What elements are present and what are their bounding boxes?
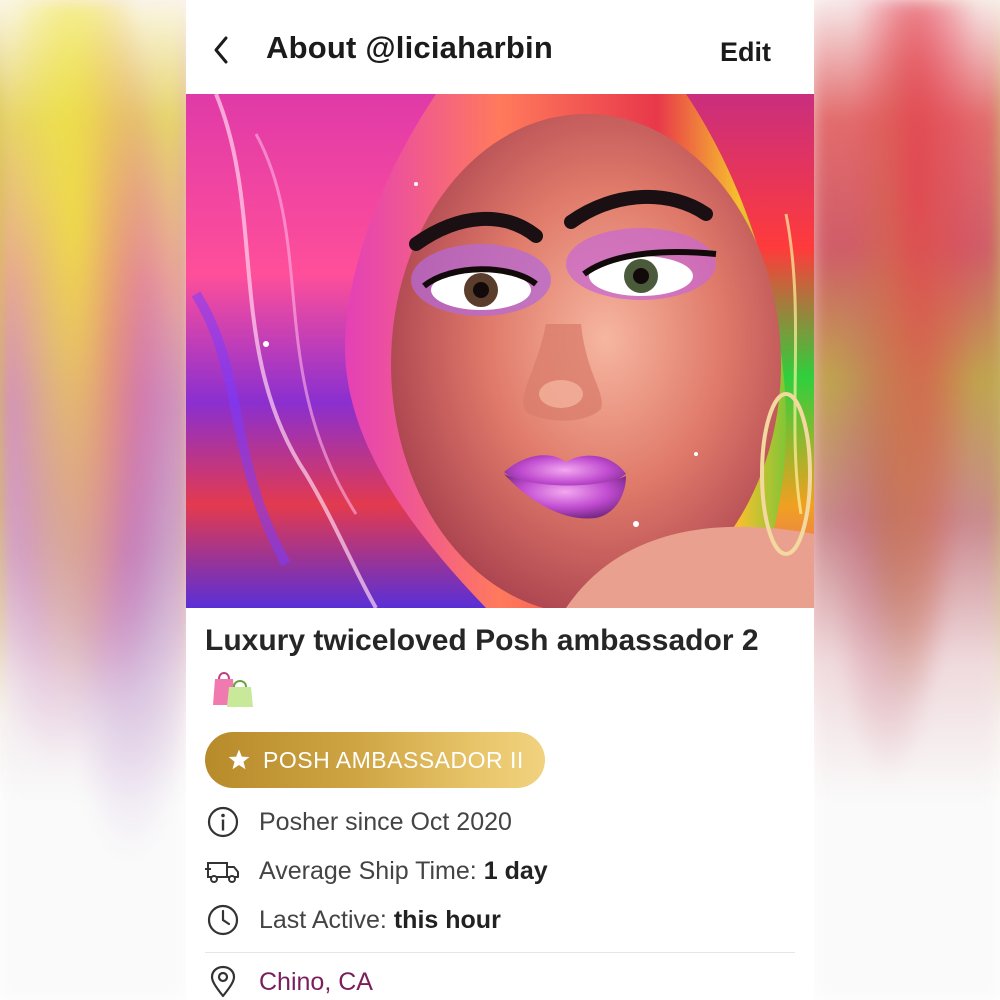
profile-cover-image [186, 94, 814, 608]
about-screen: About @liciaharbin Edit Luxury twicelove… [186, 0, 814, 1000]
truck-icon [205, 862, 239, 883]
info-circle-icon [207, 806, 239, 838]
page-title: About @liciaharbin [266, 30, 554, 65]
badge-label: POSH AMBASSADOR II [263, 746, 524, 773]
edit-button[interactable]: Edit [720, 37, 771, 68]
ship-time-label: Average Ship Time: [259, 856, 477, 885]
chevron-left-icon[interactable] [208, 30, 236, 70]
shopping-bags-icon [213, 672, 253, 708]
ambassador-badge: POSH AMBASSADOR II [205, 732, 545, 788]
divider [205, 952, 795, 953]
last-active-value: this hour [393, 905, 501, 934]
top-bar: About @liciaharbin Edit [186, 0, 814, 94]
location-link[interactable]: Chino, CA [259, 968, 373, 997]
bio-text: Luxury twiceloved Posh ambassador 2 [205, 624, 759, 657]
last-active-row: Last Active: this hour [205, 900, 795, 940]
blurred-background-left [0, 0, 186, 1000]
ship-time-value: 1 day [483, 856, 548, 885]
clock-icon [207, 904, 239, 936]
ship-time-row: Average Ship Time: 1 day [205, 851, 795, 891]
posher-since-text: Posher since Oct 2020 [259, 807, 512, 836]
posher-since-row: Posher since Oct 2020 [205, 802, 795, 842]
star-icon [228, 749, 250, 770]
blurred-background-right [814, 0, 1000, 1000]
last-active-label: Last Active: [259, 905, 387, 934]
map-pin-icon [210, 965, 236, 998]
location-row[interactable]: Chino, CA [205, 962, 795, 1000]
profile-bio: Luxury twiceloved Posh ambassador 2 [205, 618, 805, 710]
